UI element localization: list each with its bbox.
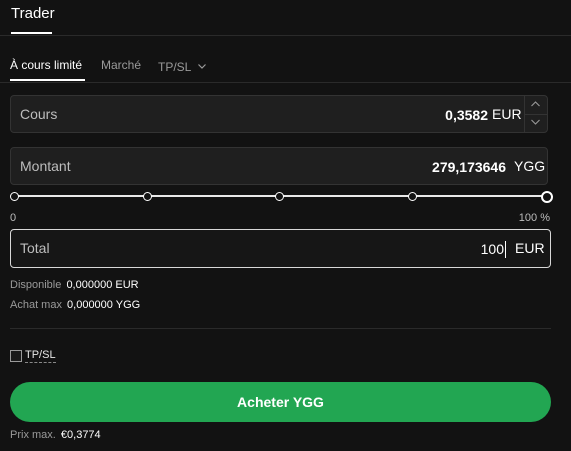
divider (10, 328, 551, 329)
slider-min-label: 0 (10, 212, 17, 224)
price-field[interactable]: Cours 0,3582 EUR (10, 95, 548, 133)
slider-mark-0[interactable] (10, 192, 19, 201)
slider-handle[interactable] (541, 191, 553, 203)
tab-limit-order[interactable]: À cours limité (10, 58, 82, 72)
max-buy-label: Achat max (10, 299, 62, 311)
amount-label: Montant (20, 158, 71, 174)
slider-mark-25[interactable] (143, 192, 152, 201)
total-field[interactable]: Total 100 EUR (10, 229, 551, 268)
active-tab-underline (10, 79, 85, 81)
price-increment-button[interactable] (525, 96, 547, 115)
top-tab-bar: Trader (0, 0, 571, 36)
chevron-down-icon (198, 58, 207, 72)
slider-mark-50[interactable] (275, 192, 284, 201)
available-label: Disponible (10, 279, 62, 291)
max-buy: Achat max 0,000000 YGG (10, 299, 140, 311)
price-value[interactable]: 0,3582 (445, 107, 488, 123)
total-label: Total (20, 240, 50, 256)
slider-max-label: 100 % (518, 212, 550, 224)
price-decrement-button[interactable] (525, 114, 547, 132)
order-type-tabs: À cours limité Marché TP/SL (0, 36, 571, 83)
price-unit: EUR (492, 106, 522, 122)
max-price-label: Prix max. (10, 429, 56, 441)
percentage-slider[interactable] (10, 189, 553, 203)
buy-button[interactable]: Acheter YGG (10, 382, 551, 422)
price-label: Cours (20, 106, 58, 122)
text-cursor (505, 241, 506, 258)
amount-value[interactable]: 279,173646 (432, 159, 506, 175)
max-buy-value: 0,000000 YGG (67, 299, 141, 311)
tab-tpsl-label: TP/SL (158, 60, 192, 74)
available-value: 0,000000 EUR (66, 279, 139, 291)
max-price: Prix max. €0,3774 (10, 429, 101, 441)
tpsl-checkbox[interactable] (10, 350, 22, 362)
max-price-value: €0,3774 (60, 429, 101, 441)
available-balance: Disponible 0,000000 EUR (10, 279, 139, 291)
chevron-up-icon (531, 101, 540, 107)
slider-mark-75[interactable] (408, 192, 417, 201)
chevron-down-icon (531, 119, 540, 125)
total-value[interactable]: 100 (481, 241, 504, 257)
tab-tpsl[interactable]: TP/SL (158, 58, 207, 74)
price-stepper (524, 96, 547, 132)
amount-field[interactable]: Montant 279,173646 YGG (10, 147, 548, 185)
total-unit: EUR (515, 240, 545, 256)
tpsl-checkbox-label[interactable]: TP/SL (25, 349, 56, 363)
tab-market-order[interactable]: Marché (101, 58, 141, 72)
tab-trader[interactable]: Trader (11, 5, 55, 22)
tab-trader-underline (11, 32, 52, 34)
amount-unit: YGG (514, 158, 546, 174)
